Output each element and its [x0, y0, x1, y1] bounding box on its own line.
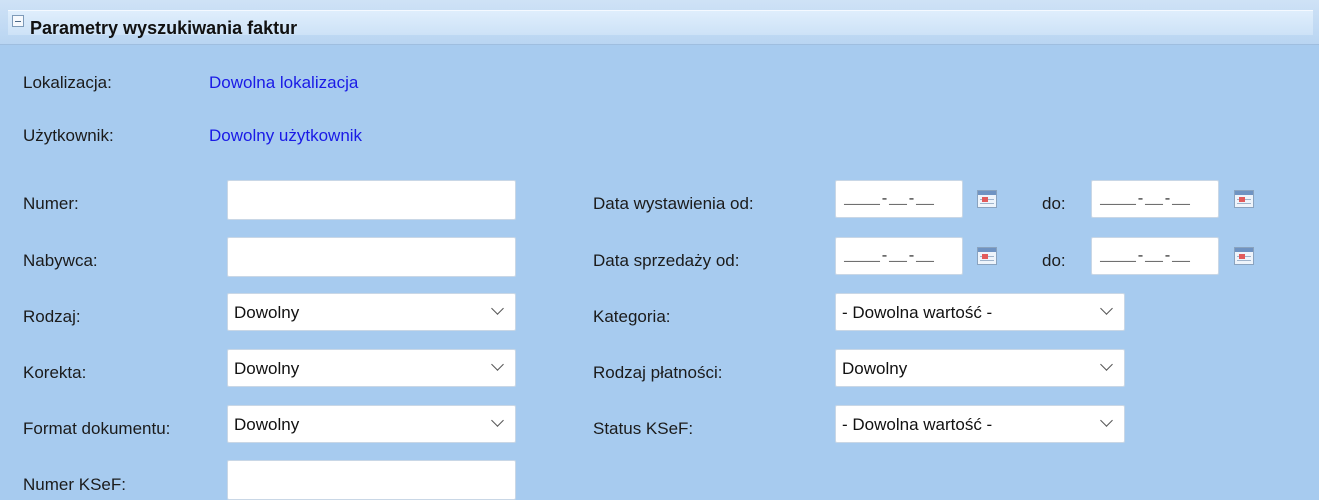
- chevron-down-icon: [491, 414, 504, 427]
- sale-date-from-label: Data sprzedaży od:: [593, 251, 740, 270]
- ksef-number-input[interactable]: [227, 460, 516, 500]
- category-label: Kategoria:: [593, 307, 671, 326]
- issue-date-from-label: Data wystawienia od:: [593, 194, 754, 213]
- calendar-icon[interactable]: [977, 247, 997, 265]
- user-link[interactable]: Dowolny użytkownik: [209, 125, 362, 147]
- payment-type-select[interactable]: Dowolny: [835, 349, 1125, 387]
- category-select-value: - Dowolna wartość -: [842, 303, 993, 322]
- location-label: Lokalizacja:: [23, 73, 112, 92]
- nabywca-input[interactable]: [227, 237, 516, 277]
- ksef-status-select-value: - Dowolna wartość -: [842, 415, 993, 434]
- calendar-icon[interactable]: [977, 190, 997, 208]
- panel-title: Parametry wyszukiwania faktur: [30, 18, 298, 38]
- korekta-select[interactable]: Dowolny: [227, 349, 516, 387]
- payment-type-label: Rodzaj płatności:: [593, 363, 723, 382]
- ksef-status-label: Status KSeF:: [593, 419, 694, 438]
- ksef-status-select[interactable]: - Dowolna wartość -: [835, 405, 1125, 443]
- issue-date-from-mask: ____-__-__: [844, 191, 935, 208]
- nabywca-label: Nabywca:: [23, 251, 98, 270]
- issue-date-to-label: do:: [1042, 194, 1066, 213]
- format-select[interactable]: Dowolny: [227, 405, 516, 443]
- chevron-down-icon: [491, 302, 504, 315]
- user-label: Użytkownik:: [23, 126, 114, 145]
- rodzaj-select[interactable]: Dowolny: [227, 293, 516, 331]
- payment-type-select-value: Dowolny: [842, 359, 908, 378]
- chevron-down-icon: [1100, 302, 1113, 315]
- sale-date-to-field[interactable]: ____-__-__: [1091, 237, 1219, 275]
- issue-date-from-field[interactable]: ____-__-__: [835, 180, 963, 218]
- chevron-down-icon: [491, 358, 504, 371]
- ksef-number-label: Numer KSeF:: [23, 475, 126, 494]
- rodzaj-select-value: Dowolny: [234, 303, 300, 322]
- sale-date-from-field[interactable]: ____-__-__: [835, 237, 963, 275]
- format-select-value: Dowolny: [234, 415, 300, 434]
- calendar-icon[interactable]: [1234, 247, 1254, 265]
- numer-label: Numer:: [23, 194, 79, 213]
- collapse-minus-icon[interactable]: [12, 15, 24, 27]
- category-select[interactable]: - Dowolna wartość -: [835, 293, 1125, 331]
- numer-input[interactable]: [227, 180, 516, 220]
- sale-date-to-label: do:: [1042, 251, 1066, 270]
- rodzaj-label: Rodzaj:: [23, 307, 81, 326]
- sale-date-to-mask: ____-__-__: [1100, 248, 1191, 265]
- korekta-select-value: Dowolny: [234, 359, 300, 378]
- korekta-label: Korekta:: [23, 363, 87, 382]
- chevron-down-icon: [1100, 358, 1113, 371]
- format-label: Format dokumentu:: [23, 419, 171, 438]
- chevron-down-icon: [1100, 414, 1113, 427]
- issue-date-to-field[interactable]: ____-__-__: [1091, 180, 1219, 218]
- calendar-icon[interactable]: [1234, 190, 1254, 208]
- sale-date-from-mask: ____-__-__: [844, 248, 935, 265]
- issue-date-to-mask: ____-__-__: [1100, 191, 1191, 208]
- location-link[interactable]: Dowolna lokalizacja: [209, 72, 358, 94]
